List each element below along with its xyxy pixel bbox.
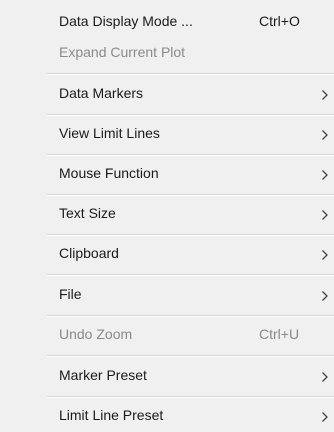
menu-item-limit-line-preset[interactable]: Limit Line Preset bbox=[0, 404, 334, 428]
chevron-right-icon bbox=[321, 169, 329, 181]
menu-item-label: Text Size bbox=[59, 205, 116, 221]
menu-separator-highlight bbox=[47, 195, 334, 196]
menu-separator-highlight bbox=[47, 316, 334, 317]
menu-separator-highlight bbox=[47, 235, 334, 236]
chevron-right-icon bbox=[321, 371, 329, 383]
menu-item-label: Expand Current Plot bbox=[59, 44, 186, 60]
menu-separator-highlight bbox=[47, 155, 334, 156]
menu-separator-highlight bbox=[47, 356, 334, 357]
menu-item-data-markers[interactable]: Data Markers bbox=[0, 82, 334, 106]
menu-item-label: Marker Preset bbox=[59, 367, 147, 383]
menu-item-label: Data Markers bbox=[59, 85, 144, 101]
menu-separator-highlight bbox=[47, 115, 334, 116]
chevron-right-icon bbox=[321, 290, 329, 302]
chevron-right-icon bbox=[321, 209, 329, 221]
menu-item-label: Data Display Mode ... bbox=[59, 13, 193, 29]
chevron-right-icon bbox=[321, 89, 329, 101]
menu-separator-highlight bbox=[47, 74, 334, 75]
menu-item-marker-preset[interactable]: Marker Preset bbox=[0, 364, 334, 388]
menu-item-label: Limit Line Preset bbox=[59, 407, 164, 423]
menu-item-data-display-mode[interactable]: Data Display Mode ... Ctrl+O bbox=[0, 10, 334, 34]
menu-separator-highlight bbox=[47, 397, 334, 398]
menu-item-mouse-function[interactable]: Mouse Function bbox=[0, 162, 334, 186]
context-menu: Data Display Mode ... Ctrl+O Expand Curr… bbox=[0, 0, 334, 432]
menu-item-undo-zoom: Undo Zoom Ctrl+U bbox=[0, 323, 334, 347]
menu-item-text-size[interactable]: Text Size bbox=[0, 202, 334, 226]
menu-item-label: View Limit Lines bbox=[59, 125, 160, 141]
menu-item-view-limit-lines[interactable]: View Limit Lines bbox=[0, 122, 334, 146]
menu-item-label: File bbox=[59, 286, 82, 302]
menu-item-label: Clipboard bbox=[59, 245, 119, 261]
chevron-right-icon bbox=[321, 411, 329, 423]
menu-separator-highlight bbox=[47, 275, 334, 276]
menu-item-shortcut: Ctrl+U bbox=[259, 326, 300, 342]
menu-item-shortcut: Ctrl+O bbox=[259, 13, 300, 29]
menu-item-file[interactable]: File bbox=[0, 283, 334, 307]
menu-item-expand-current-plot: Expand Current Plot bbox=[0, 40, 334, 64]
menu-item-label: Mouse Function bbox=[59, 165, 159, 181]
chevron-right-icon bbox=[321, 249, 329, 261]
menu-item-label: Undo Zoom bbox=[59, 326, 133, 342]
chevron-right-icon bbox=[321, 129, 329, 141]
menu-item-clipboard[interactable]: Clipboard bbox=[0, 242, 334, 266]
